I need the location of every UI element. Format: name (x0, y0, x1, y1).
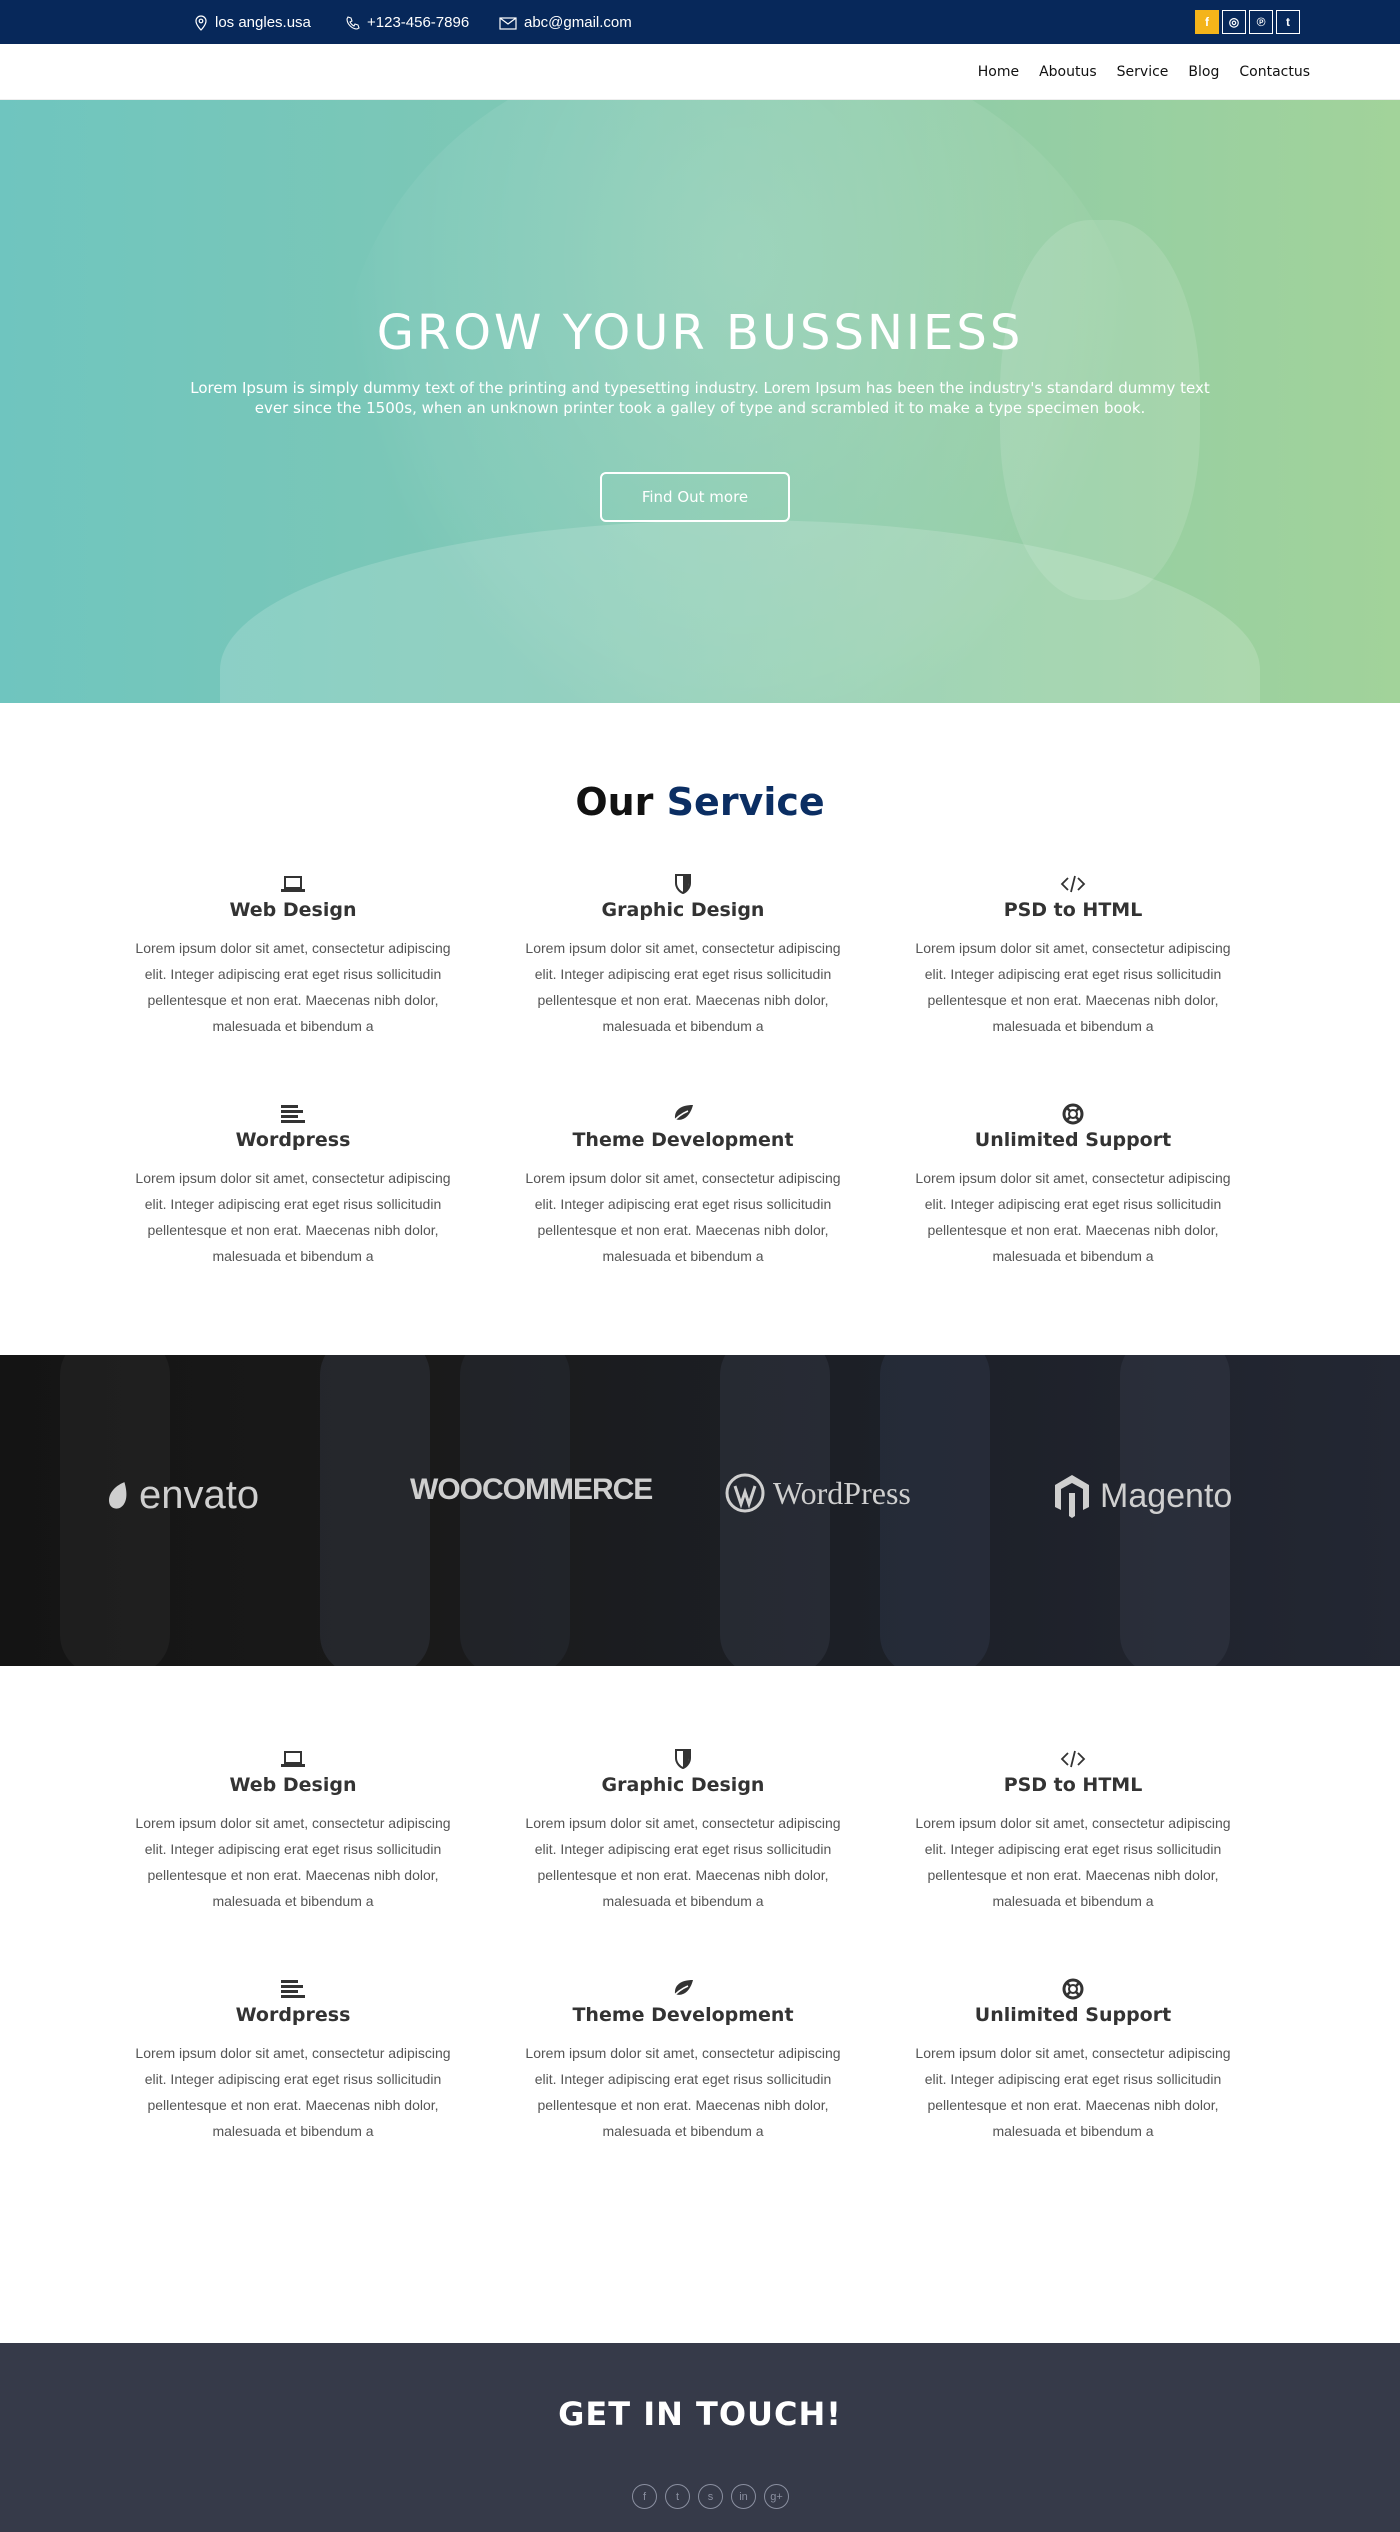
service-description: Lorem ipsum dolor sit amet, consectetur … (915, 940, 1231, 1034)
service-card: Unlimited Support Lorem ipsum dolor sit a… (908, 1978, 1238, 2144)
align-left-icon (280, 1103, 306, 1125)
location-text: los angles.usa (215, 14, 311, 31)
woocommerce-logo[interactable]: WOOCOMMERCE (410, 1473, 653, 1507)
service-card: Wordpress Lorem ipsum dolor sit amet, con… (128, 1103, 458, 1269)
location-info: los angles.usa (193, 14, 311, 31)
background-figure (320, 1355, 430, 1666)
service-card: Web Design Lorem ipsum dolor sit amet, co… (128, 873, 458, 1039)
life-ring-icon (1060, 1978, 1086, 2000)
footer-social-links: f t s in g+ (632, 2484, 789, 2509)
magento-icon (1055, 1475, 1089, 1518)
woocommerce-wordmark: WOOCOMMERCE (410, 1473, 653, 1506)
facebook-icon[interactable]: f (1195, 10, 1219, 34)
service-title: Theme Development (572, 1129, 794, 1151)
service-title: Unlimited Support (974, 2004, 1172, 2026)
service-card: Graphic Design Lorem ipsum dolor sit amet… (518, 1748, 848, 1914)
leaf-icon (670, 1103, 696, 1125)
phone-info: +123-456-7896 (345, 14, 469, 31)
twitter-icon[interactable]: t (1276, 10, 1300, 34)
facebook-icon[interactable]: f (632, 2484, 657, 2509)
service-title: Graphic Design (601, 899, 765, 921)
envato-logo[interactable]: envato (105, 1473, 259, 1518)
service-description: Lorem ipsum dolor sit amet, consectetur … (135, 2045, 451, 2139)
envelope-icon (499, 16, 517, 30)
service-description: Lorem ipsum dolor sit amet, consectetur … (525, 1170, 841, 1264)
nav-item-aboutus[interactable]: Aboutus (1039, 64, 1097, 80)
email-text[interactable]: abc@gmail.com (524, 14, 632, 31)
linkedin-icon[interactable]: in (731, 2484, 756, 2509)
service-title: Web Design (229, 899, 357, 921)
skype-icon[interactable]: s (698, 2484, 723, 2509)
pinterest-icon[interactable]: ℗ (1249, 10, 1273, 34)
map-pin-icon (195, 14, 207, 31)
service-card: Theme Development Lorem ipsum dolor sit a… (518, 1103, 848, 1269)
service-card: PSD to HTML Lorem ipsum dolor sit amet, c… (908, 1748, 1238, 1914)
magento-logo[interactable]: Magento (1052, 1473, 1232, 1519)
envato-wordmark: envato (139, 1473, 260, 1517)
service-description: Lorem ipsum dolor sit amet, consectetur … (525, 1815, 841, 1909)
wordpress-logo[interactable]: WordPress (725, 1473, 911, 1513)
service-title: Theme Development (572, 2004, 794, 2026)
magento-wordmark: Magento (1100, 1476, 1233, 1515)
service-description: Lorem ipsum dolor sit amet, consectetur … (915, 1170, 1231, 1264)
envato-leaf-icon (109, 1481, 127, 1509)
wordpress-icon (725, 1473, 765, 1513)
twitter-icon[interactable]: t (665, 2484, 690, 2509)
life-ring-icon (1060, 1103, 1086, 1125)
hero-title: GROW YOUR BUSSNIESS (376, 305, 1024, 361)
service-title: Wordpress (235, 2004, 351, 2026)
service-card: Theme Development Lorem ipsum dolor sit a… (518, 1978, 848, 2144)
nav-item-contactus[interactable]: Contactus (1239, 64, 1310, 80)
footer-contact: GET IN TOUCH! f t s in g+ (0, 2343, 1400, 2532)
leaf-icon (670, 1978, 696, 2000)
find-out-more-button[interactable]: Find Out more (600, 472, 790, 522)
service-description: Lorem ipsum dolor sit amet, consectetur … (915, 2045, 1231, 2139)
service-card: Unlimited Support Lorem ipsum dolor sit a… (908, 1103, 1238, 1269)
google-plus-icon[interactable]: g+ (764, 2484, 789, 2509)
services-title-part2: Service (666, 780, 825, 824)
service-title: Wordpress (235, 1129, 351, 1151)
service-title: PSD to HTML (1003, 1774, 1143, 1796)
service-card: Graphic Design Lorem ipsum dolor sit amet… (518, 873, 848, 1039)
hero-description: Lorem Ipsum is simply dummy text of the … (190, 379, 1210, 417)
service-card: PSD to HTML Lorem ipsum dolor sit amet, c… (908, 873, 1238, 1039)
services-title: Our Service (0, 780, 1400, 824)
service-title: Unlimited Support (974, 1129, 1172, 1151)
wordpress-wordmark: WordPress (773, 1474, 911, 1511)
top-bar: los angles.usa +123-456-7896 abc@gmail.c… (0, 0, 1400, 44)
service-card: Wordpress Lorem ipsum dolor sit amet, con… (128, 1978, 458, 2144)
footer-title: GET IN TOUCH! (558, 2395, 842, 2433)
instagram-icon[interactable]: ◎ (1222, 10, 1246, 34)
shield-icon (670, 1748, 696, 1770)
service-title: Web Design (229, 1774, 357, 1796)
service-title: Graphic Design (601, 1774, 765, 1796)
background-figure (460, 1355, 570, 1666)
nav-item-blog[interactable]: Blog (1188, 64, 1219, 80)
social-links-top: f ◎ ℗ t (1195, 10, 1300, 34)
service-description: Lorem ipsum dolor sit amet, consectetur … (135, 1815, 451, 1909)
laptop-icon (280, 873, 306, 895)
nav-item-home[interactable]: Home (978, 64, 1019, 80)
service-description: Lorem ipsum dolor sit amet, consectetur … (135, 940, 451, 1034)
service-description: Lorem ipsum dolor sit amet, consectetur … (525, 2045, 841, 2139)
service-description: Lorem ipsum dolor sit amet, consectetur … (525, 940, 841, 1034)
nav-item-service[interactable]: Service (1117, 64, 1169, 80)
services-title-part1: Our (575, 780, 654, 824)
align-left-icon (280, 1978, 306, 2000)
code-icon (1060, 1748, 1086, 1770)
partners-strip: envato WOOCOMMERCE WordPress Magento (0, 1355, 1400, 1666)
hero-banner: GROW YOUR BUSSNIESS Lorem Ipsum is simpl… (0, 100, 1400, 703)
service-title: PSD to HTML (1003, 899, 1143, 921)
service-description: Lorem ipsum dolor sit amet, consectetur … (135, 1170, 451, 1264)
laptop-icon (280, 1748, 306, 1770)
code-icon (1060, 873, 1086, 895)
main-navigation: Home Aboutus Service Blog Contactus (0, 44, 1400, 100)
service-description: Lorem ipsum dolor sit amet, consectetur … (915, 1815, 1231, 1909)
email-info: abc@gmail.com (498, 14, 632, 31)
phone-text: +123-456-7896 (367, 14, 470, 31)
phone-icon (346, 15, 360, 30)
service-card: Web Design Lorem ipsum dolor sit amet, co… (128, 1748, 458, 1914)
shield-icon (670, 873, 696, 895)
